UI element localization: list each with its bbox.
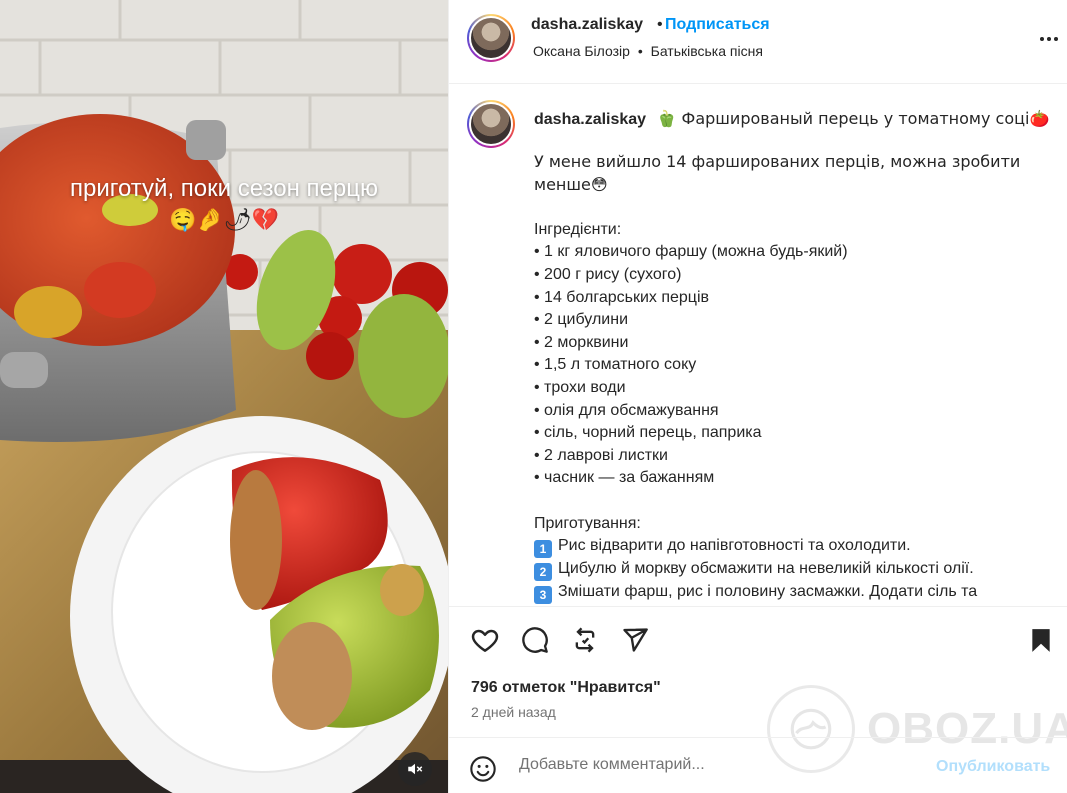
- comment-bar: Опубликовать: [449, 737, 1067, 793]
- author-username[interactable]: dasha.zaliskay: [531, 16, 643, 34]
- audio-artist[interactable]: Оксана Білозір: [533, 43, 630, 59]
- caption-avatar[interactable]: [467, 100, 515, 148]
- post-media[interactable]: приготуй, поки сезон перцю 🤤🤌🌶💔: [0, 0, 448, 793]
- post-header: dasha.zaliskay • Подписаться Оксана Біло…: [449, 0, 1067, 84]
- save-button[interactable]: [1025, 624, 1057, 656]
- caption-username[interactable]: dasha.zaliskay: [534, 111, 646, 128]
- more-dots-icon: [1040, 37, 1044, 41]
- food-photo: [0, 0, 448, 793]
- step-number-badge: 3: [534, 586, 552, 605]
- follow-button[interactable]: Подписаться: [665, 16, 770, 34]
- caption-line: менше😳: [534, 174, 608, 194]
- action-bar: 796 отметок "Нравится" 2 дней назад OBOZ…: [449, 606, 1067, 773]
- caption-line: Приготування:: [534, 514, 641, 532]
- speaker-muted-icon: [408, 763, 423, 775]
- step-text: Цибулю й моркву обсмажити на невеликій к…: [558, 560, 974, 578]
- smiley-icon: [470, 756, 496, 782]
- step-number-badge: 2: [534, 563, 552, 582]
- recipe-step: 1 Рис відварити до напівготовності та охо…: [534, 535, 1054, 559]
- caption-text: У мене вийшло 14 фаршированих перців, мо…: [534, 151, 1054, 605]
- publish-comment-button[interactable]: Опубликовать: [936, 758, 1050, 776]
- caption-line: • олія для обсмажування: [534, 401, 719, 419]
- caption-line: У мене вийшло 14 фаршированих перців, мо…: [534, 152, 1021, 171]
- recipe-step: 3 Змішати фарш, рис і половину засмажки. …: [534, 581, 1054, 605]
- caption-line: • 14 болгарських перців: [534, 288, 710, 306]
- caption-title: 🫑 Фаршированый перець у томатному соці🍅: [656, 109, 1050, 128]
- repost-button[interactable]: [569, 624, 601, 656]
- caption-line: • 1,5 л томатного соку: [534, 356, 697, 374]
- audio-separator: •: [637, 43, 643, 59]
- send-icon: [623, 628, 648, 652]
- step-number-badge: 1: [534, 540, 552, 559]
- step-text: Змішати фарш, рис і половину засмажки. Д…: [558, 583, 978, 601]
- share-button[interactable]: [619, 624, 651, 656]
- more-options-button[interactable]: [1036, 26, 1062, 52]
- caption-line: • сіль, чорний перець, паприка: [534, 424, 762, 442]
- caption-line: • 2 лаврові листки: [534, 446, 668, 464]
- post-timestamp[interactable]: 2 дней назад: [471, 704, 556, 720]
- video-emoji-overlay: 🤤🤌🌶💔: [168, 208, 280, 233]
- like-button[interactable]: [469, 624, 501, 656]
- recipe-step: 2 Цибулю й моркву обсмажити на невеликій …: [534, 558, 1054, 582]
- caption-line: Інгредієнти:: [534, 220, 622, 238]
- caption-section: dasha.zaliskay 🫑 Фаршированый перець у т…: [449, 84, 1067, 606]
- heart-icon: [471, 629, 499, 652]
- avatar[interactable]: [467, 14, 515, 62]
- step-text: Рис відварити до напівготовності та охол…: [558, 537, 911, 555]
- caption-line: • 2 морквини: [534, 333, 629, 351]
- separator-dot: •: [657, 16, 663, 33]
- caption-line: [534, 196, 1054, 219]
- caption-line: • 200 г рису (сухого): [534, 265, 682, 283]
- caption-header: dasha.zaliskay 🫑 Фаршированый перець у т…: [534, 108, 1054, 131]
- comment-icon: [522, 627, 548, 653]
- bookmark-icon: [1032, 629, 1050, 652]
- caption-line: • 1 кг яловичого фаршу (можна будь-який): [534, 243, 848, 261]
- caption-line: • трохи води: [534, 378, 626, 396]
- caption-line: • 2 цибулини: [534, 311, 628, 329]
- caption-line: [534, 490, 1054, 513]
- mute-button[interactable]: [398, 752, 432, 786]
- comment-button[interactable]: [519, 624, 551, 656]
- audio-track[interactable]: Батьківська пісня: [651, 43, 763, 59]
- comment-input[interactable]: [519, 756, 919, 774]
- emoji-picker-button[interactable]: [469, 755, 497, 783]
- likes-count[interactable]: 796 отметок "Нравится": [471, 679, 661, 697]
- post-details-panel: dasha.zaliskay • Подписаться Оксана Біло…: [448, 0, 1067, 793]
- repost-icon: [575, 627, 595, 653]
- audio-attribution[interactable]: Оксана Білозір • Батьківська пісня: [531, 43, 765, 59]
- caption-line: • часник — за бажанням: [534, 469, 715, 487]
- video-text-overlay: приготуй, поки сезон перцю: [70, 175, 378, 202]
